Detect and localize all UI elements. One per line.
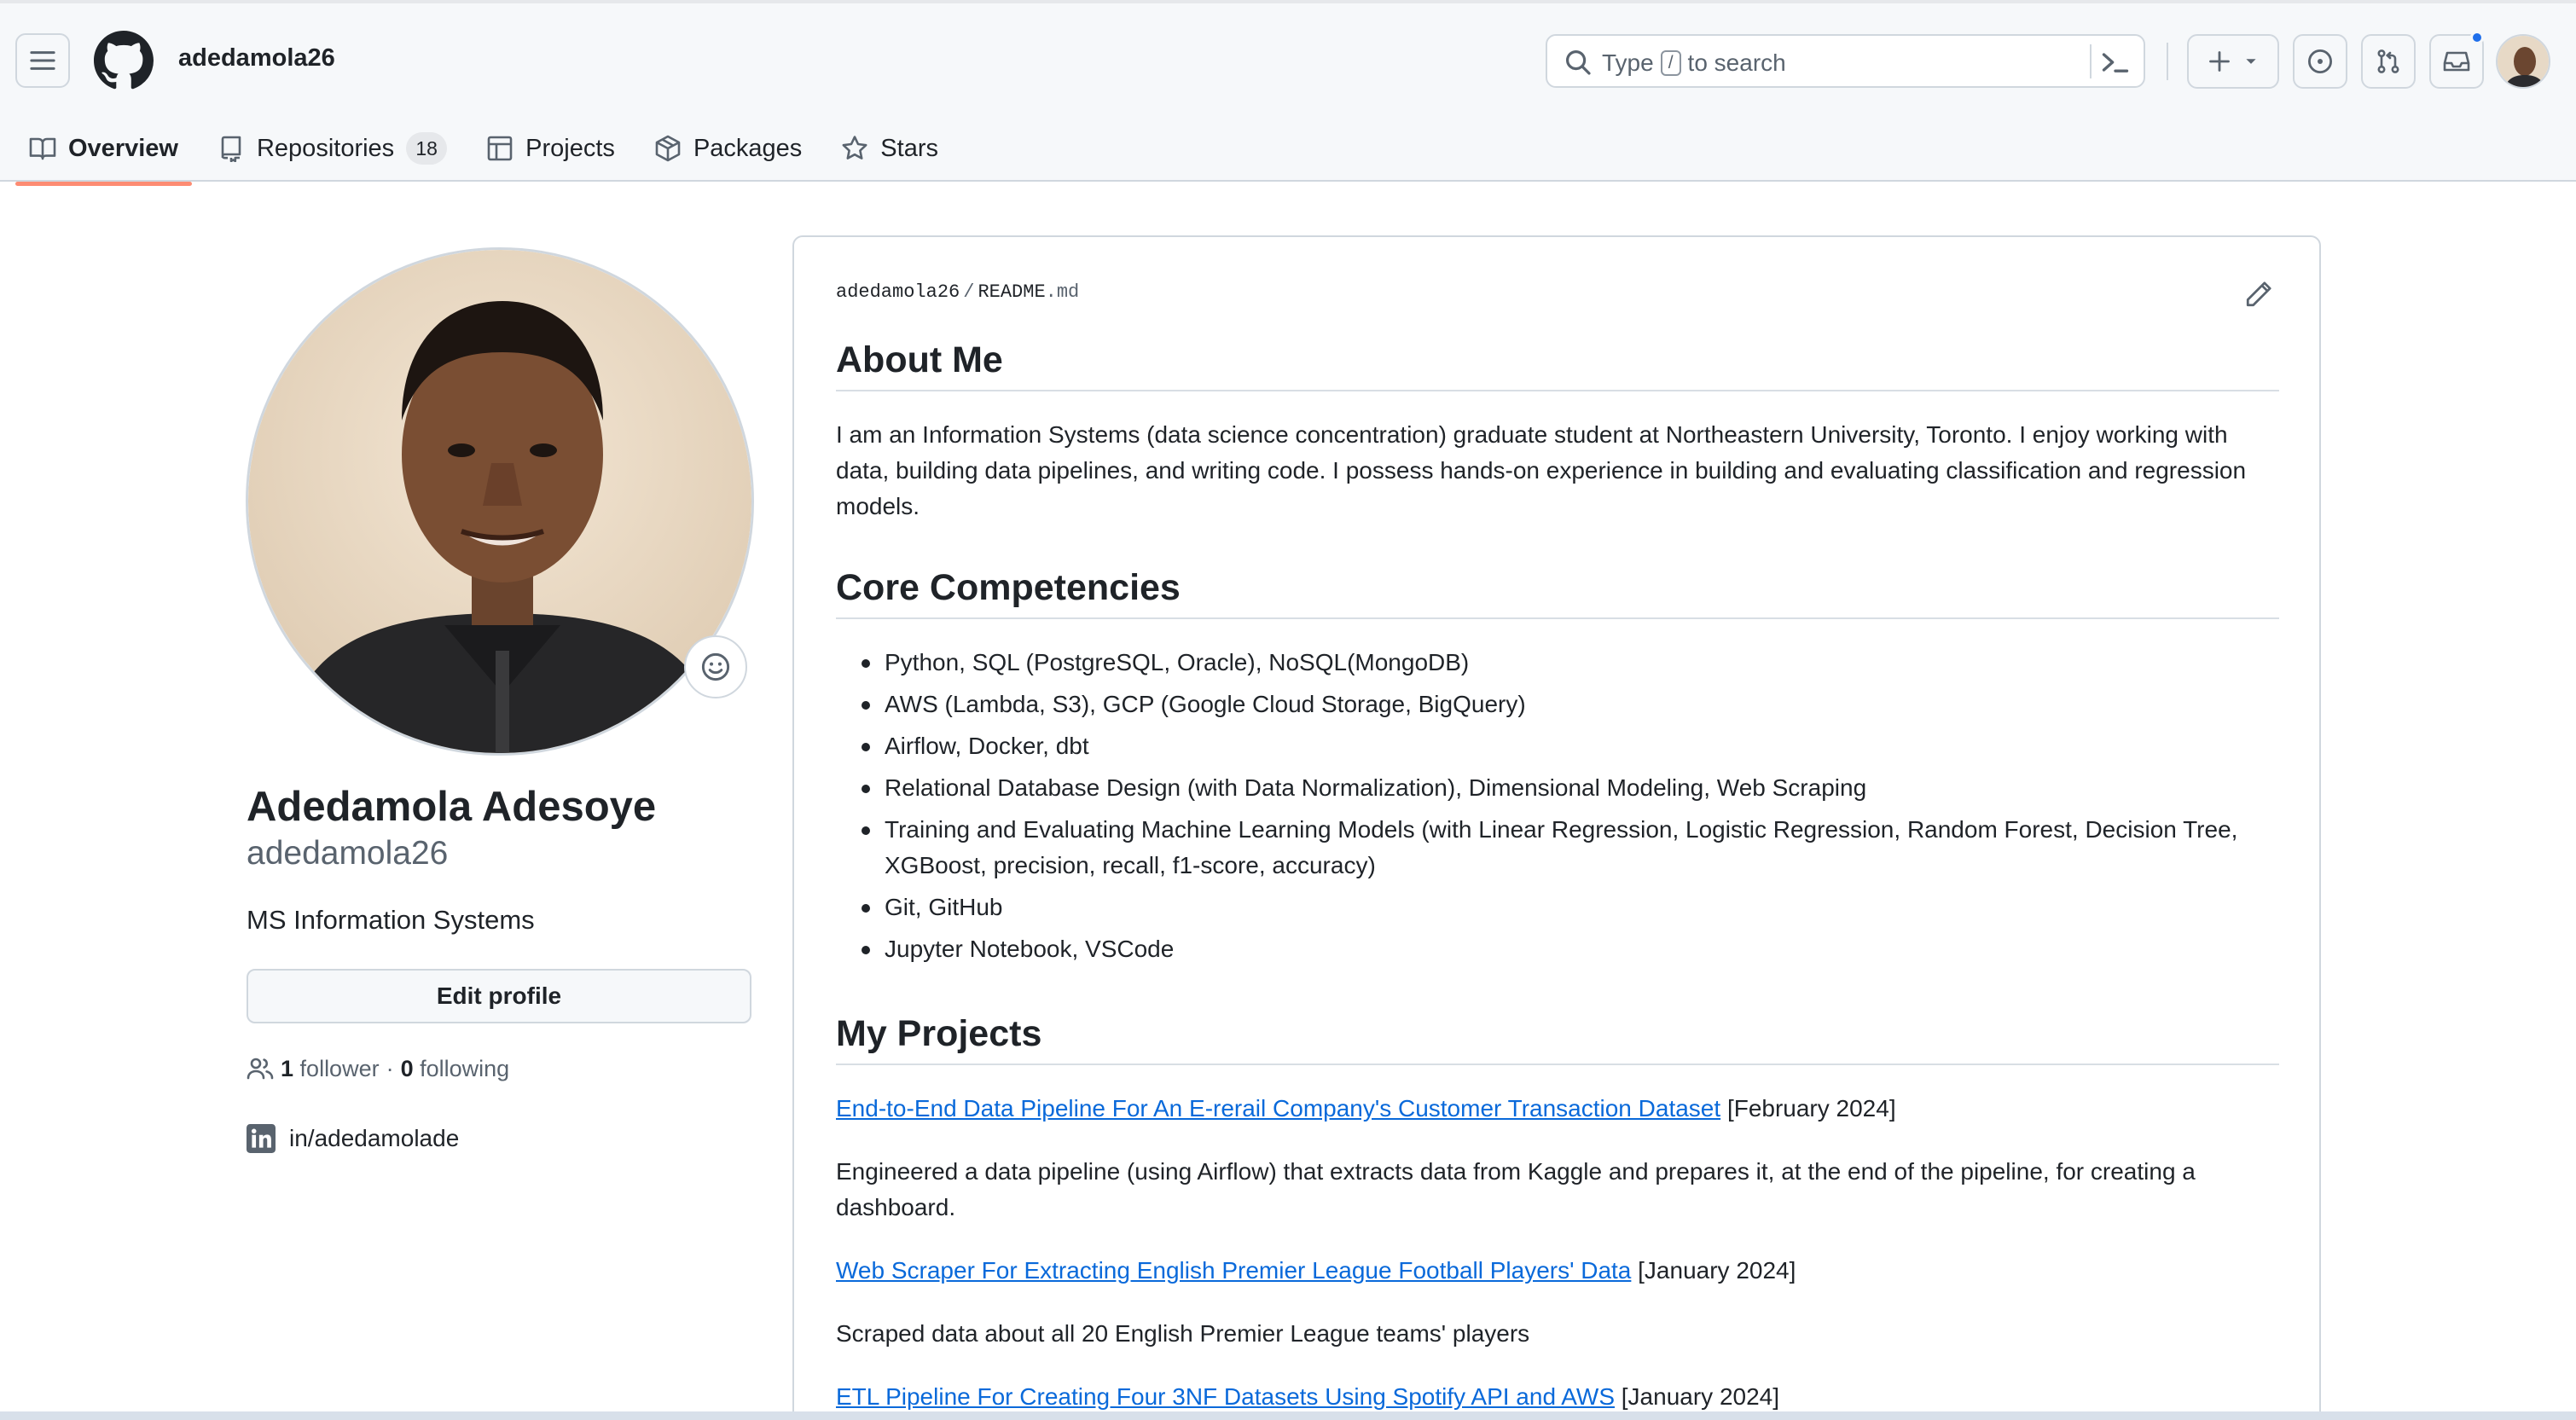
following-count: 0: [400, 1055, 414, 1081]
competencies-heading: Core Competencies: [836, 567, 2279, 619]
list-item: Relational Database Design (with Data No…: [836, 770, 2279, 806]
project-description: Engineered a data pipeline (using Airflo…: [836, 1158, 2196, 1220]
tab-label: Overview: [68, 134, 178, 162]
readme-content: About Me I am an Information Systems (da…: [836, 339, 2279, 1420]
social-link-linkedin[interactable]: in/adedamolade: [247, 1124, 459, 1153]
tab-packages[interactable]: Packages: [641, 113, 815, 184]
star-icon: [842, 136, 867, 159]
triangle-down-icon: [2246, 59, 2256, 64]
readme-breadcrumb: adedamola26/README.md: [836, 281, 1079, 303]
tab-label: Projects: [525, 134, 615, 162]
followers-count: 1: [281, 1055, 294, 1081]
following-link[interactable]: 0 following: [401, 1056, 510, 1082]
project-entry: End-to-End Data Pipeline For An E-rerail…: [836, 1091, 2279, 1127]
window-bottom-edge: [0, 1411, 2576, 1420]
project-date: [January 2024]: [1638, 1257, 1796, 1284]
user-avatar-button[interactable]: [2496, 34, 2550, 89]
command-palette-icon[interactable]: [2100, 47, 2131, 78]
menu-button[interactable]: [15, 33, 70, 88]
project-date: [February 2024]: [1726, 1095, 1896, 1122]
project-entry: ETL Pipeline For Creating Four 3NF Datas…: [836, 1379, 2279, 1415]
issue-opened-icon: [2307, 49, 2333, 74]
project-link[interactable]: End-to-End Data Pipeline For An E-rerail…: [836, 1095, 1720, 1122]
tab-label: Repositories: [256, 134, 395, 162]
github-logo-icon[interactable]: [94, 31, 154, 90]
pull-requests-button[interactable]: [2361, 34, 2416, 89]
profile-avatar[interactable]: [246, 247, 754, 756]
inbox-icon: [2443, 51, 2470, 72]
context-username[interactable]: adedamola26: [178, 44, 335, 72]
book-icon: [29, 137, 56, 160]
list-item: Python, SQL (PostgreSQL, Oracle), NoSQL(…: [836, 645, 2279, 681]
profile-login: adedamola26: [247, 835, 449, 872]
project-link[interactable]: ETL Pipeline For Creating Four 3NF Datas…: [836, 1383, 1615, 1410]
breadcrumb-separator: /: [963, 281, 975, 303]
project-entry: Web Scraper For Extracting English Premi…: [836, 1253, 2279, 1289]
search-placeholder: Type / to search: [1602, 49, 1786, 77]
notification-indicator: [2470, 31, 2484, 44]
tab-overview[interactable]: Overview: [15, 113, 192, 186]
about-paragraph: I am an Information Systems (data scienc…: [836, 421, 2247, 519]
hamburger-icon: [30, 51, 55, 70]
competencies-list: Python, SQL (PostgreSQL, Oracle), NoSQL(…: [836, 645, 2279, 967]
search-icon: [1566, 50, 1591, 75]
search-placeholder-prefix: Type: [1602, 49, 1654, 76]
profile-tabs: Overview Repositories 18 Projects Packag…: [15, 113, 964, 186]
table-icon: [487, 136, 513, 161]
followers-link[interactable]: 1 follower: [281, 1056, 380, 1082]
following-label: following: [420, 1055, 510, 1081]
search-input[interactable]: Type / to search: [1546, 34, 2145, 88]
readme-file-link[interactable]: README.md: [978, 281, 1079, 303]
repositories-count-badge: 18: [406, 132, 448, 165]
avatar: [2498, 36, 2549, 87]
follow-stats: 1 follower · 0 following: [247, 1055, 509, 1082]
tab-label: Stars: [880, 134, 938, 162]
projects-heading: My Projects: [836, 1013, 2279, 1065]
list-item: Airflow, Docker, dbt: [836, 728, 2279, 764]
search-placeholder-suffix: to search: [1687, 49, 1786, 76]
profile-bio: MS Information Systems: [247, 905, 535, 935]
plus-icon: [2209, 51, 2230, 72]
linkedin-icon: [247, 1124, 276, 1153]
repo-icon: [221, 136, 241, 162]
about-heading: About Me: [836, 339, 2279, 391]
pencil-icon[interactable]: [2244, 280, 2273, 309]
edit-profile-button[interactable]: Edit profile: [247, 969, 751, 1023]
list-item: Git, GitHub: [836, 890, 2279, 925]
list-item: Training and Evaluating Machine Learning…: [836, 812, 2279, 884]
tab-repositories[interactable]: Repositories 18: [204, 113, 461, 184]
project-link[interactable]: Web Scraper For Extracting English Premi…: [836, 1257, 1631, 1284]
issues-button[interactable]: [2293, 34, 2347, 89]
linkedin-handle: in/adedamolade: [289, 1125, 460, 1151]
readme-owner-link[interactable]: adedamola26: [836, 281, 960, 303]
follow-separator: ·: [386, 1055, 394, 1081]
profile-photo: [248, 250, 751, 753]
smiley-icon: [701, 652, 730, 681]
set-status-button[interactable]: [684, 635, 747, 698]
app-header: adedamola26 Type / to search Overview Re…: [0, 0, 2576, 186]
list-item: Jupyter Notebook, VSCode: [836, 931, 2279, 967]
search-divider: [2090, 44, 2092, 78]
package-icon: [655, 135, 681, 162]
readme-file-base: README: [978, 281, 1046, 303]
tab-projects[interactable]: Projects: [473, 113, 629, 184]
readme-panel: adedamola26/README.md About Me I am an I…: [792, 235, 2321, 1420]
create-new-button[interactable]: [2187, 34, 2279, 89]
search-shortcut-key: /: [1660, 50, 1681, 76]
list-item: AWS (Lambda, S3), GCP (Google Cloud Stor…: [836, 687, 2279, 722]
project-description: Scraped data about all 20 English Premie…: [836, 1320, 1530, 1347]
profile-full-name: Adedamola Adesoye: [247, 784, 657, 830]
people-icon: [247, 1058, 274, 1080]
project-date: [January 2024]: [1621, 1383, 1780, 1410]
git-pull-request-icon: [2377, 49, 2399, 73]
followers-label: follower: [299, 1055, 380, 1081]
header-divider: [2167, 43, 2168, 80]
readme-file-ext: .md: [1045, 281, 1080, 303]
tab-stars[interactable]: Stars: [827, 113, 952, 184]
tab-label: Packages: [693, 134, 803, 162]
